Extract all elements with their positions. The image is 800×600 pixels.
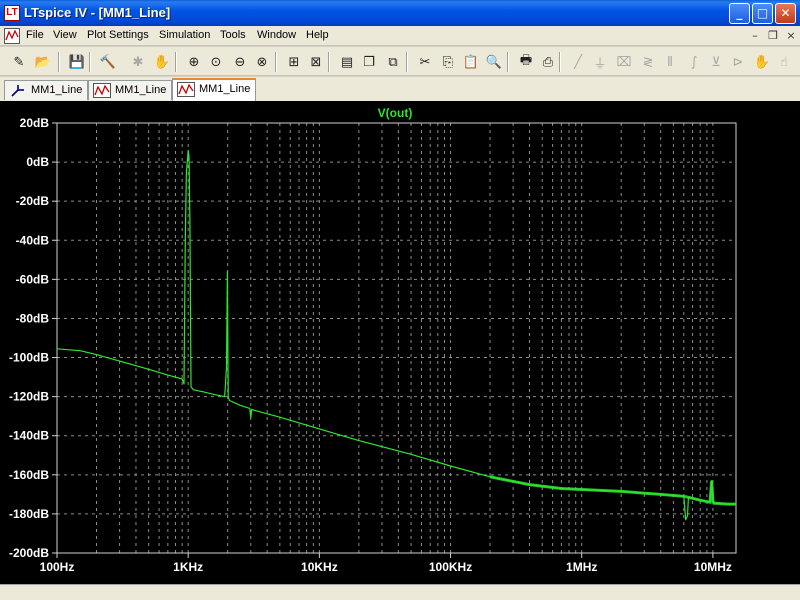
- pick-traces-icon[interactable]: ⊠: [305, 51, 327, 73]
- tab-waveform-1[interactable]: MM1_Line: [88, 80, 172, 100]
- x-tick-label: 10KHz: [301, 560, 338, 574]
- y-tick-label: -60dB: [16, 272, 50, 286]
- y-tick-label: -120dB: [9, 390, 49, 404]
- y-tick-label: -140dB: [9, 429, 49, 443]
- toolbar-separator: [406, 52, 408, 72]
- menu-help[interactable]: Help: [306, 29, 329, 41]
- x-tick-label: 100Hz: [40, 560, 75, 574]
- run-icon[interactable]: ✱: [127, 51, 149, 73]
- inductor-icon[interactable]: ∫: [683, 51, 705, 73]
- ltspice-app-icon[interactable]: LT: [4, 5, 20, 21]
- copy-icon[interactable]: ⎘: [437, 51, 459, 73]
- plot-grid: [57, 123, 736, 553]
- menu-view[interactable]: View: [53, 29, 77, 41]
- y-tick-label: 0dB: [26, 155, 49, 169]
- window-title: LTspice IV - [MM1_Line]: [24, 5, 171, 20]
- find-icon[interactable]: 🔍: [483, 51, 505, 73]
- toolbar-separator: [89, 52, 91, 72]
- wire-icon[interactable]: ╱: [567, 51, 589, 73]
- toolbar-separator: [507, 52, 509, 72]
- autorange-icon[interactable]: ⊞: [283, 51, 305, 73]
- waveform-doc-icon[interactable]: [4, 28, 20, 44]
- tab-label: MM1_Line: [199, 83, 251, 95]
- tab-label: MM1_Line: [115, 84, 167, 96]
- zoom-in-icon[interactable]: ⊕: [183, 51, 205, 73]
- tile-horizontal-icon[interactable]: ▤: [336, 51, 358, 73]
- menu-file[interactable]: File: [26, 29, 44, 41]
- toolbar-separator: [328, 52, 330, 72]
- cut-icon[interactable]: ✂: [414, 51, 436, 73]
- menu-bar: File View Plot Settings Simulation Tools…: [0, 26, 800, 46]
- toolbar: ✎ 📂 💾 🔨 ✱ ✋ ⊕ ⊙ ⊖ ⊗ ⊞ ⊠ ▤ ❐ ⧉ ✂ ⎘ 📋 🔍 🖶 ⎙ ╱ ⏚ ⌧ ≷ ⫴ ∫ ⊻ ⊳ ✋ ☝: [0, 47, 800, 76]
- tab-waveform-2[interactable]: MM1_Line: [172, 78, 256, 101]
- pan-icon[interactable]: ✋: [151, 51, 173, 73]
- zoom-out-icon[interactable]: ⊖: [229, 51, 251, 73]
- x-tick-label: 1KHz: [173, 560, 203, 574]
- y-tick-label: 20dB: [20, 116, 50, 130]
- open-icon[interactable]: 📂: [32, 51, 54, 73]
- y-tick-label: -180dB: [9, 507, 49, 521]
- close-button[interactable]: ✕: [775, 3, 796, 24]
- waveform-icon: [177, 82, 195, 97]
- component-icon[interactable]: ⊳: [727, 51, 749, 73]
- new-schematic-icon[interactable]: ✎: [8, 51, 30, 73]
- capacitor-icon[interactable]: ⫴: [659, 51, 681, 73]
- y-tick-label: -20dB: [16, 194, 50, 208]
- zoom-pan-icon[interactable]: ⊙: [205, 51, 227, 73]
- y-tick-label: -100dB: [9, 351, 49, 365]
- waveform-plot[interactable]: 20dB 0dB -20dB -40dB -60dB -80dB -100dB -120dB -…: [0, 101, 800, 584]
- x-tick-label: 1MHz: [566, 560, 597, 574]
- mdi-minimize-button[interactable]: –: [748, 29, 762, 43]
- y-tick-label: -160dB: [9, 468, 49, 482]
- menu-simulation[interactable]: Simulation: [159, 29, 210, 41]
- toolbar-separator: [559, 52, 561, 72]
- menu-tools[interactable]: Tools: [220, 29, 246, 41]
- toolbar-separator: [175, 52, 177, 72]
- ground-icon[interactable]: ⏚: [589, 51, 611, 73]
- resistor-icon[interactable]: ≷: [637, 51, 659, 73]
- mdi-restore-button[interactable]: ❐: [766, 29, 780, 43]
- y-axis-labels: 20dB 0dB -20dB -40dB -60dB -80dB -100dB -120dB -…: [9, 116, 57, 560]
- y-tick-label: -80dB: [16, 311, 50, 325]
- maximize-button[interactable]: □: [752, 3, 773, 24]
- menu-plot-settings[interactable]: Plot Settings: [87, 29, 149, 41]
- trace-vout-noise-band: [489, 475, 736, 506]
- mdi-close-button[interactable]: ×: [784, 29, 798, 43]
- diode-icon[interactable]: ⊻: [705, 51, 727, 73]
- toolbar-separator: [275, 52, 277, 72]
- ltspice-window: LT LTspice IV - [MM1_Line] _ □ ✕ File Vi…: [0, 0, 800, 600]
- zoom-fit-icon[interactable]: ⊗: [251, 51, 273, 73]
- x-axis-labels: 100Hz 1KHz 10KHz 100KHz 1MHz 10MHz: [40, 553, 732, 574]
- y-tick-label: -200dB: [9, 546, 49, 560]
- control-panel-icon[interactable]: 🔨: [97, 51, 119, 73]
- cascade-icon[interactable]: ❐: [358, 51, 380, 73]
- print-icon[interactable]: ⎙: [537, 51, 559, 73]
- waveform-icon: [93, 83, 111, 98]
- close-all-icon[interactable]: ⧉: [382, 51, 404, 73]
- menu-window[interactable]: Window: [257, 29, 296, 41]
- minimize-button[interactable]: _: [729, 3, 750, 24]
- move-icon[interactable]: ✋: [751, 51, 773, 73]
- drag-icon[interactable]: ☝: [773, 51, 795, 73]
- status-bar: [0, 584, 800, 600]
- tab-schematic[interactable]: MM1_Line: [4, 80, 88, 100]
- x-tick-label: 100KHz: [429, 560, 472, 574]
- save-icon[interactable]: 💾: [66, 51, 88, 73]
- toolbar-separator: [58, 52, 60, 72]
- print-setup-icon[interactable]: 🖶: [515, 51, 537, 73]
- label-icon[interactable]: ⌧: [613, 51, 635, 73]
- title-bar[interactable]: LT LTspice IV - [MM1_Line] _ □ ✕: [0, 0, 800, 26]
- paste-icon[interactable]: 📋: [460, 51, 482, 73]
- trace-label-vout[interactable]: V(out): [378, 106, 413, 120]
- schematic-icon: [11, 85, 24, 97]
- x-tick-label: 10MHz: [694, 560, 732, 574]
- tab-label: MM1_Line: [31, 84, 83, 96]
- document-tab-bar: MM1_Line MM1_Line MM1_Line: [0, 77, 800, 101]
- y-tick-label: -40dB: [16, 233, 50, 247]
